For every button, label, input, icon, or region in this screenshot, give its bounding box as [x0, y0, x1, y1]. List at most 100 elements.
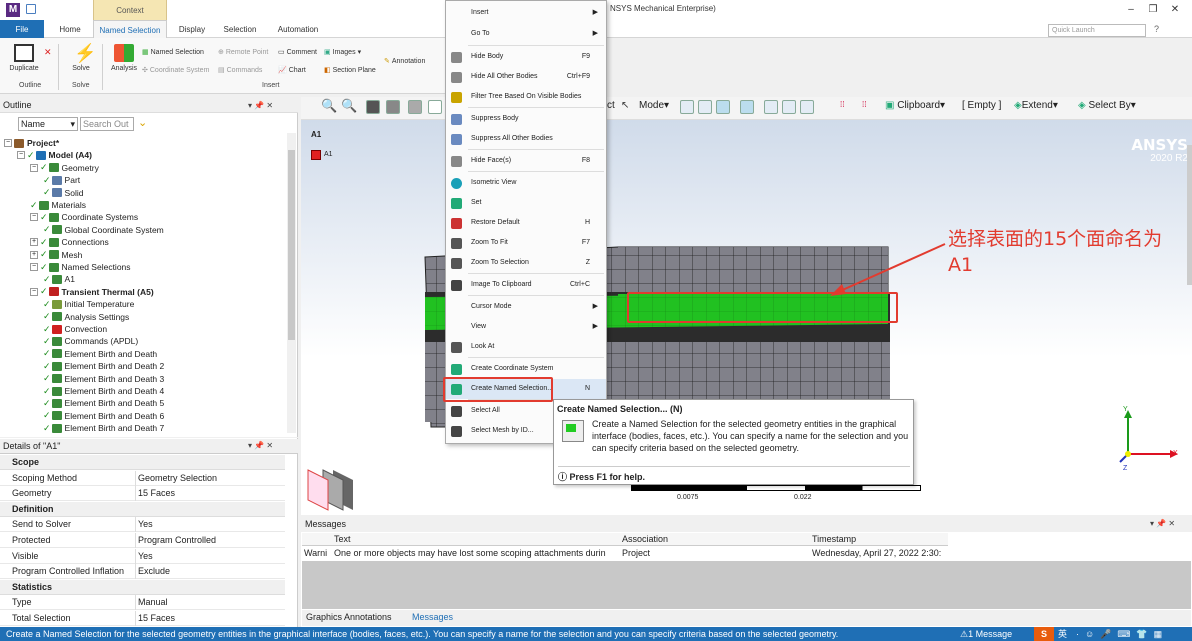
expand-toggle-icon[interactable]: −: [4, 139, 12, 147]
tree-item[interactable]: − ✓ Coordinate Systems: [30, 211, 138, 223]
element-select-icon[interactable]: [800, 100, 814, 114]
element-face-select-icon[interactable]: [782, 100, 796, 114]
expand-toggle-icon[interactable]: −: [30, 263, 38, 271]
cursor-icon[interactable]: ↖: [621, 100, 629, 111]
col-text[interactable]: Text: [334, 534, 351, 544]
tab-automation[interactable]: Automation: [274, 20, 322, 38]
context-menu-item[interactable]: Filter Tree Based On Visible Bodies: [446, 87, 606, 107]
commands-button[interactable]: ▤ Commands: [218, 66, 262, 75]
context-menu-item[interactable]: Suppress Body: [446, 109, 606, 129]
minimize-icon[interactable]: –: [1124, 3, 1138, 17]
context-menu-item[interactable]: Isometric View: [446, 173, 606, 193]
view-plane-icon[interactable]: [303, 465, 378, 515]
outline-scrollbar-thumb[interactable]: [288, 150, 295, 340]
outline-search-input[interactable]: Search Out: [80, 117, 134, 131]
tree-item[interactable]: ✓ Global Coordinate System: [43, 224, 164, 236]
annotation-button[interactable]: ✎ Annotation: [384, 57, 425, 66]
tree-item[interactable]: ✓ Convection: [43, 323, 107, 335]
vertex-select-icon[interactable]: [680, 100, 694, 114]
col-timestamp[interactable]: Timestamp: [812, 534, 856, 544]
context-menu-item[interactable]: Set: [446, 193, 606, 213]
help-icon[interactable]: ?: [1154, 24, 1159, 34]
node-id-icon[interactable]: ⁞⁞: [862, 100, 866, 109]
tree-item[interactable]: ✓ Element Birth and Death: [43, 348, 157, 360]
message-row[interactable]: Warni One or more objects may have lost …: [302, 547, 948, 560]
expand-toggle-icon[interactable]: +: [30, 238, 38, 247]
tree-item[interactable]: − ✓ Named Selections: [30, 261, 131, 273]
wireframe-icon[interactable]: [386, 100, 400, 114]
solve-button[interactable]: ⚡ Solve: [66, 44, 96, 72]
tree-item[interactable]: − ✓ Transient Thermal (A5): [30, 286, 154, 298]
body-select-icon[interactable]: [740, 100, 754, 114]
tab-home[interactable]: Home: [55, 20, 85, 38]
context-menu-item[interactable]: Hide Face(s) F8: [446, 151, 606, 171]
tree-item[interactable]: ✓ Element Birth and Death 4: [43, 385, 164, 397]
context-menu-item[interactable]: Hide Body F9: [446, 47, 606, 67]
face-select-icon[interactable]: [716, 100, 730, 114]
details-row[interactable]: Protected Program Controlled: [0, 533, 285, 548]
node-select-icon[interactable]: [764, 100, 778, 114]
expand-toggle-icon[interactable]: +: [30, 250, 38, 259]
remote-point-button[interactable]: ⊕ Remote Point: [218, 48, 268, 57]
context-menu-item[interactable]: Suppress All Other Bodies: [446, 129, 606, 149]
context-menu-item[interactable]: Create Coordinate System: [446, 359, 606, 379]
context-menu-item[interactable]: Hide All Other Bodies Ctrl+F9: [446, 67, 606, 87]
tab-file[interactable]: File: [0, 20, 44, 38]
col-association[interactable]: Association: [622, 534, 668, 544]
tray-icons[interactable]: ·☺🎤⌨👕▦: [1076, 627, 1168, 641]
comment-button[interactable]: ▭ Comment: [278, 48, 317, 57]
expand-toggle-icon[interactable]: −: [17, 151, 25, 160]
tab-display[interactable]: Display: [175, 20, 209, 38]
tab-graphics-annotations[interactable]: Graphics Annotations: [306, 612, 392, 622]
select-icon[interactable]: [428, 100, 442, 114]
tree-item[interactable]: − ✓ Model (A4): [17, 149, 92, 161]
zoom-in-icon[interactable]: 🔍: [321, 99, 337, 114]
details-row[interactable]: Program Controlled Inflation Exclude: [0, 564, 285, 580]
details-row[interactable]: Type Manual: [0, 595, 285, 611]
messages-pin-icon[interactable]: ▾ 📌 ✕: [1150, 519, 1175, 528]
details-row[interactable]: Geometry 15 Faces: [0, 486, 285, 502]
details-section-header[interactable]: Definition: [0, 501, 285, 517]
context-menu-item[interactable]: View ▶: [446, 317, 606, 337]
ime-logo-icon[interactable]: S: [1034, 627, 1054, 641]
select-by-button[interactable]: ◈ Select By▾: [1078, 100, 1136, 111]
context-menu-item[interactable]: Image To Clipboard Ctrl+C: [446, 275, 606, 295]
tree-item[interactable]: ✓ Element Birth and Death 7: [43, 422, 164, 434]
box-icon[interactable]: [408, 100, 422, 114]
tab-named-selection[interactable]: Named Selection: [93, 20, 167, 38]
details-row[interactable]: Send to Solver Yes: [0, 517, 285, 533]
tab-selection[interactable]: Selection: [222, 20, 258, 38]
select-mode-label[interactable]: ct: [607, 100, 615, 111]
tree-item[interactable]: − Project*: [4, 137, 59, 149]
details-pin-icon[interactable]: ▾ 📌 ✕: [248, 441, 273, 450]
mode-dropdown[interactable]: Mode▾: [639, 100, 669, 111]
tree-item[interactable]: ✓ Element Birth and Death 3: [43, 373, 164, 385]
ime-language[interactable]: 英: [1058, 627, 1067, 641]
context-menu-item[interactable]: Look At: [446, 337, 606, 357]
edge-select-icon[interactable]: [698, 100, 712, 114]
tree-item[interactable]: + ✓ Mesh: [30, 249, 82, 261]
save-icon[interactable]: [26, 4, 36, 14]
tree-item[interactable]: ✓ Element Birth and Death 5: [43, 397, 164, 409]
tab-messages[interactable]: Messages: [412, 612, 453, 622]
graphics-scrollbar[interactable]: [1187, 145, 1192, 285]
filter-chevron-icon[interactable]: ⌄: [138, 116, 147, 129]
tree-item[interactable]: ✓ Element Birth and Death 2: [43, 360, 164, 372]
analysis-button[interactable]: Analysis: [108, 44, 140, 72]
delete-icon[interactable]: ✕: [44, 47, 52, 58]
named-selection-button[interactable]: ▦ Named Selection: [142, 48, 204, 57]
tree-item[interactable]: ✓ Element Birth and Death 6: [43, 410, 164, 422]
restore-icon[interactable]: ❐: [1146, 3, 1160, 17]
zoom-out-icon[interactable]: 🔍: [341, 99, 357, 114]
context-menu-item[interactable]: Zoom To Fit F7: [446, 233, 606, 253]
context-menu-item[interactable]: Zoom To Selection Z: [446, 253, 606, 273]
duplicate-button[interactable]: Duplicate: [8, 44, 40, 72]
expand-toggle-icon[interactable]: −: [30, 163, 38, 172]
outline-pin-icon[interactable]: ▾ 📌 ✕: [248, 101, 273, 110]
images-button[interactable]: ▣ Images ▾: [324, 48, 361, 57]
tree-item[interactable]: ✓ Commands (APDL): [43, 335, 138, 347]
tree-item[interactable]: ✓ Initial Temperature: [43, 298, 134, 310]
expand-toggle-icon[interactable]: −: [30, 287, 38, 296]
tree-item[interactable]: ✓ Materials: [30, 199, 86, 211]
tree-item[interactable]: ✓ A1: [43, 273, 75, 285]
